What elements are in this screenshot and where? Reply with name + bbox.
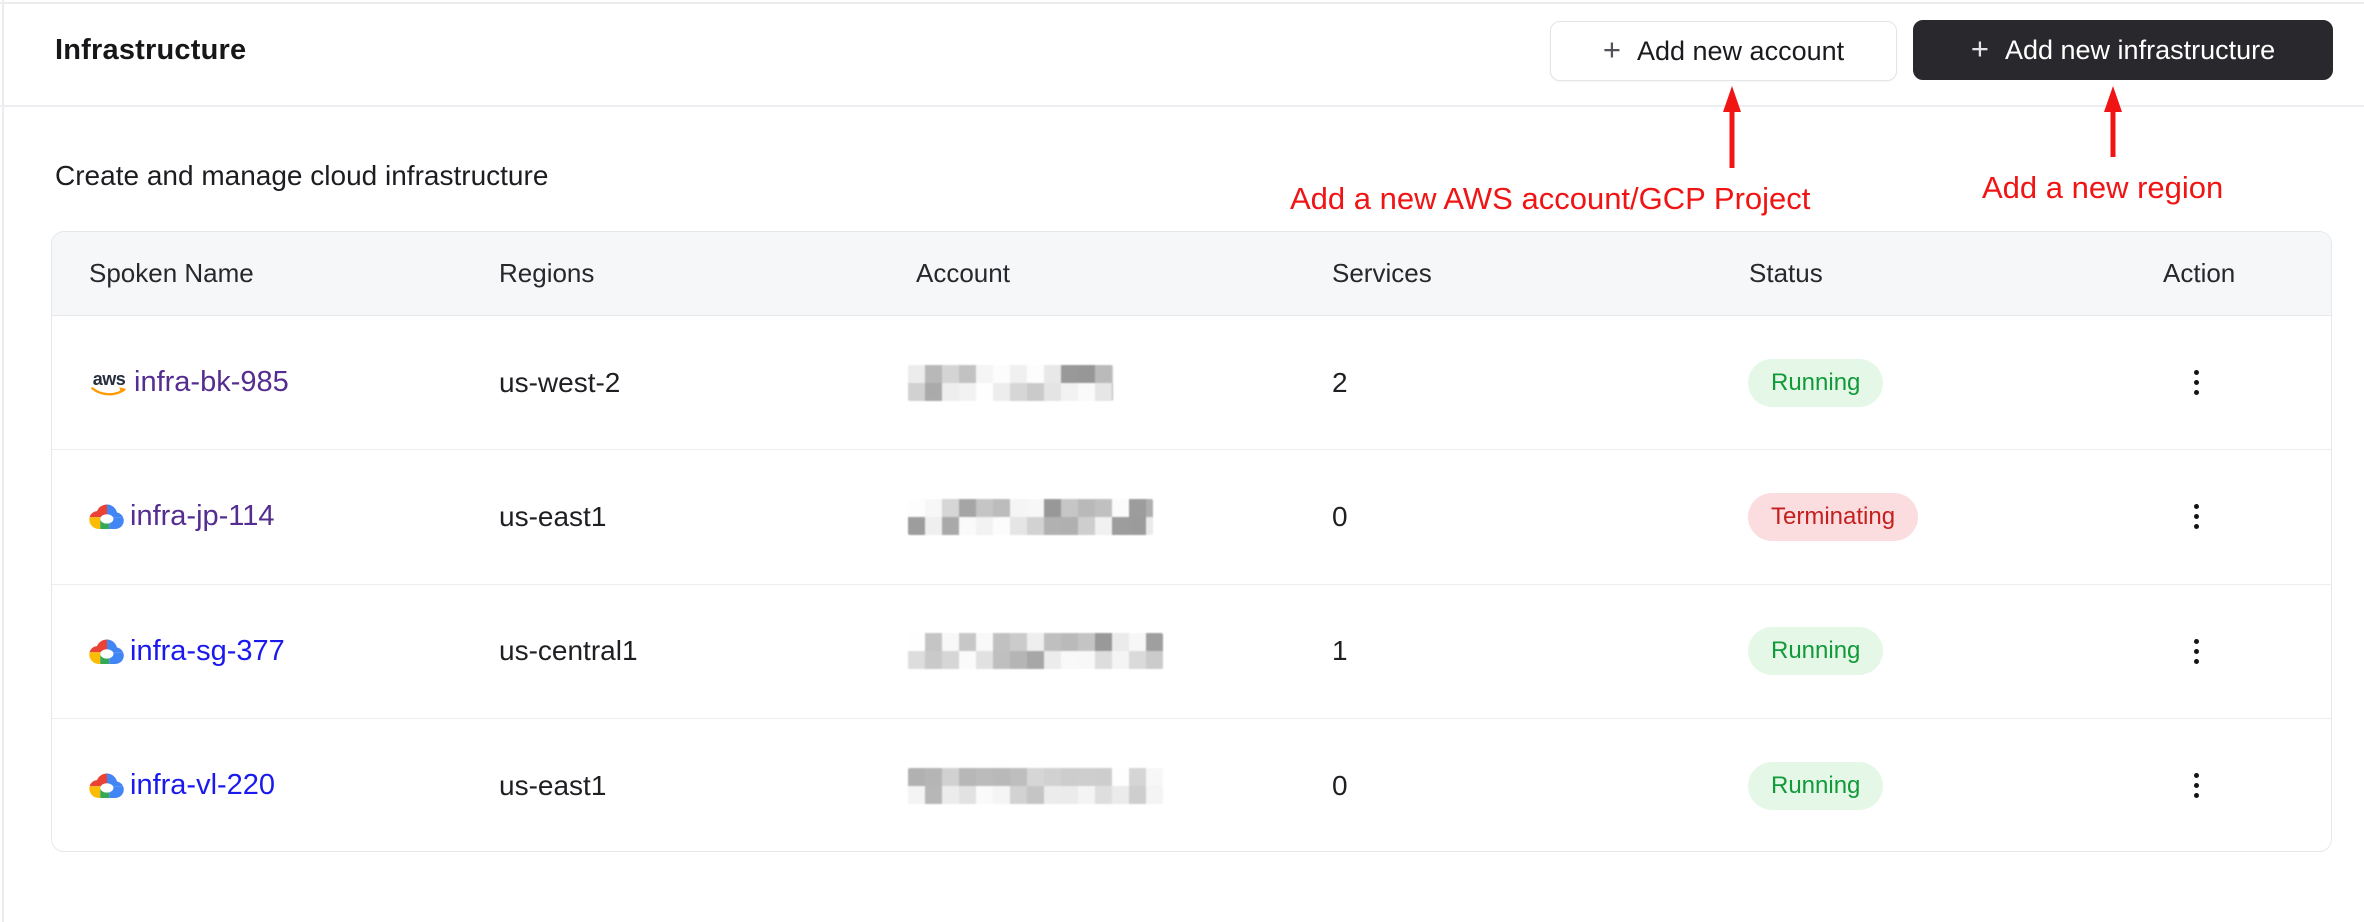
window-top-divider bbox=[0, 2, 2364, 4]
page-subtitle: Create and manage cloud infrastructure bbox=[55, 160, 549, 191]
status-cell: Running bbox=[1748, 761, 2163, 810]
plus-icon: + bbox=[1970, 31, 1989, 66]
status-badge: Terminating bbox=[1748, 492, 1919, 541]
infrastructure-table: Spoken Name Regions Account Services Status A… bbox=[51, 231, 2332, 852]
infrastructure-link[interactable]: infra-sg-377 bbox=[130, 635, 285, 668]
add-new-infrastructure-button[interactable]: + Add new infrastructure bbox=[1913, 20, 2333, 80]
kebab-menu-button[interactable] bbox=[2163, 753, 2229, 819]
add-new-account-button[interactable]: + Add new account bbox=[1550, 21, 1897, 81]
redacted-account-blur bbox=[908, 364, 1113, 401]
status-cell: Terminating bbox=[1748, 492, 2163, 541]
region-cell: us-east1 bbox=[499, 769, 607, 801]
redacted-account-blur bbox=[908, 633, 1163, 670]
gcp-icon bbox=[89, 772, 125, 799]
services-count-cell: 0 bbox=[1332, 769, 1348, 801]
kebab-menu-button[interactable] bbox=[2163, 350, 2229, 416]
column-header-spoken-name: Spoken Name bbox=[89, 258, 254, 288]
column-header-status: Status bbox=[1749, 258, 1823, 288]
services-count-cell: 0 bbox=[1332, 500, 1348, 532]
region-cell: us-central1 bbox=[499, 635, 638, 667]
annotation-arrow-account bbox=[1723, 86, 1741, 168]
account-cell bbox=[908, 364, 1332, 401]
gcp-icon bbox=[89, 503, 125, 530]
column-header-regions: Regions bbox=[499, 258, 595, 288]
annotation-account-note: Add a new AWS account/GCP Project bbox=[1290, 181, 1811, 216]
column-header-action: Action bbox=[2163, 258, 2236, 288]
kebab-menu-button[interactable] bbox=[2163, 618, 2229, 684]
add-new-account-label: Add new account bbox=[1636, 35, 1845, 66]
add-new-infrastructure-label: Add new infrastructure bbox=[2004, 34, 2276, 65]
header-divider bbox=[0, 105, 2364, 107]
action-cell bbox=[2163, 484, 2331, 550]
status-badge: Running bbox=[1748, 358, 1884, 407]
aws-icon: aws bbox=[89, 370, 129, 396]
infrastructure-link[interactable]: infra-bk-985 bbox=[134, 366, 289, 399]
redacted-account-blur bbox=[908, 498, 1153, 535]
annotation-region-note: Add a new region bbox=[1982, 170, 2224, 205]
annotation-arrow-region bbox=[2104, 86, 2122, 157]
spoken-name-cell: infra-jp-114 bbox=[89, 500, 499, 533]
content-left-divider bbox=[2, 0, 4, 922]
status-badge: Running bbox=[1748, 761, 1884, 810]
region-cell: us-east1 bbox=[499, 500, 607, 532]
column-header-account: Account bbox=[916, 258, 1010, 288]
infrastructure-link[interactable]: infra-vl-220 bbox=[130, 769, 275, 802]
account-cell bbox=[908, 498, 1332, 535]
action-cell bbox=[2163, 753, 2331, 819]
infrastructure-link[interactable]: infra-jp-114 bbox=[130, 500, 275, 533]
gcp-icon bbox=[89, 504, 124, 530]
table-body: aws infra-bk-985 us-west-2 2 Running infra-… bbox=[52, 316, 2331, 851]
spoken-name-cell: infra-sg-377 bbox=[89, 635, 499, 668]
table-row: infra-sg-377 us-central1 1 Running bbox=[52, 584, 2331, 719]
gcp-icon bbox=[89, 638, 125, 665]
status-cell: Running bbox=[1748, 627, 2163, 676]
table-row: aws infra-bk-985 us-west-2 2 Running bbox=[52, 316, 2331, 451]
table-header-row: Spoken Name Regions Account Services Status A… bbox=[52, 232, 2331, 316]
gcp-icon bbox=[89, 773, 124, 799]
spoken-name-cell: aws infra-bk-985 bbox=[89, 366, 499, 399]
column-header-services: Services bbox=[1332, 258, 1432, 288]
region-cell: us-west-2 bbox=[499, 366, 621, 398]
table-row: infra-jp-114 us-east1 0 Terminating bbox=[52, 450, 2331, 585]
table-row: infra-vl-220 us-east1 0 Running bbox=[52, 718, 2331, 851]
services-count-cell: 1 bbox=[1332, 635, 1348, 667]
status-cell: Running bbox=[1748, 358, 2163, 407]
page-title: Infrastructure bbox=[55, 34, 247, 66]
status-badge: Running bbox=[1748, 627, 1884, 676]
gcp-icon bbox=[89, 639, 124, 664]
account-cell bbox=[908, 767, 1332, 804]
kebab-menu-button[interactable] bbox=[2163, 484, 2229, 550]
plus-icon: + bbox=[1602, 32, 1621, 67]
action-cell bbox=[2163, 618, 2331, 684]
services-count-cell: 2 bbox=[1332, 366, 1348, 398]
spoken-name-cell: infra-vl-220 bbox=[89, 769, 499, 802]
account-cell bbox=[908, 633, 1332, 670]
action-cell bbox=[2163, 350, 2331, 416]
redacted-account-blur bbox=[908, 767, 1163, 804]
